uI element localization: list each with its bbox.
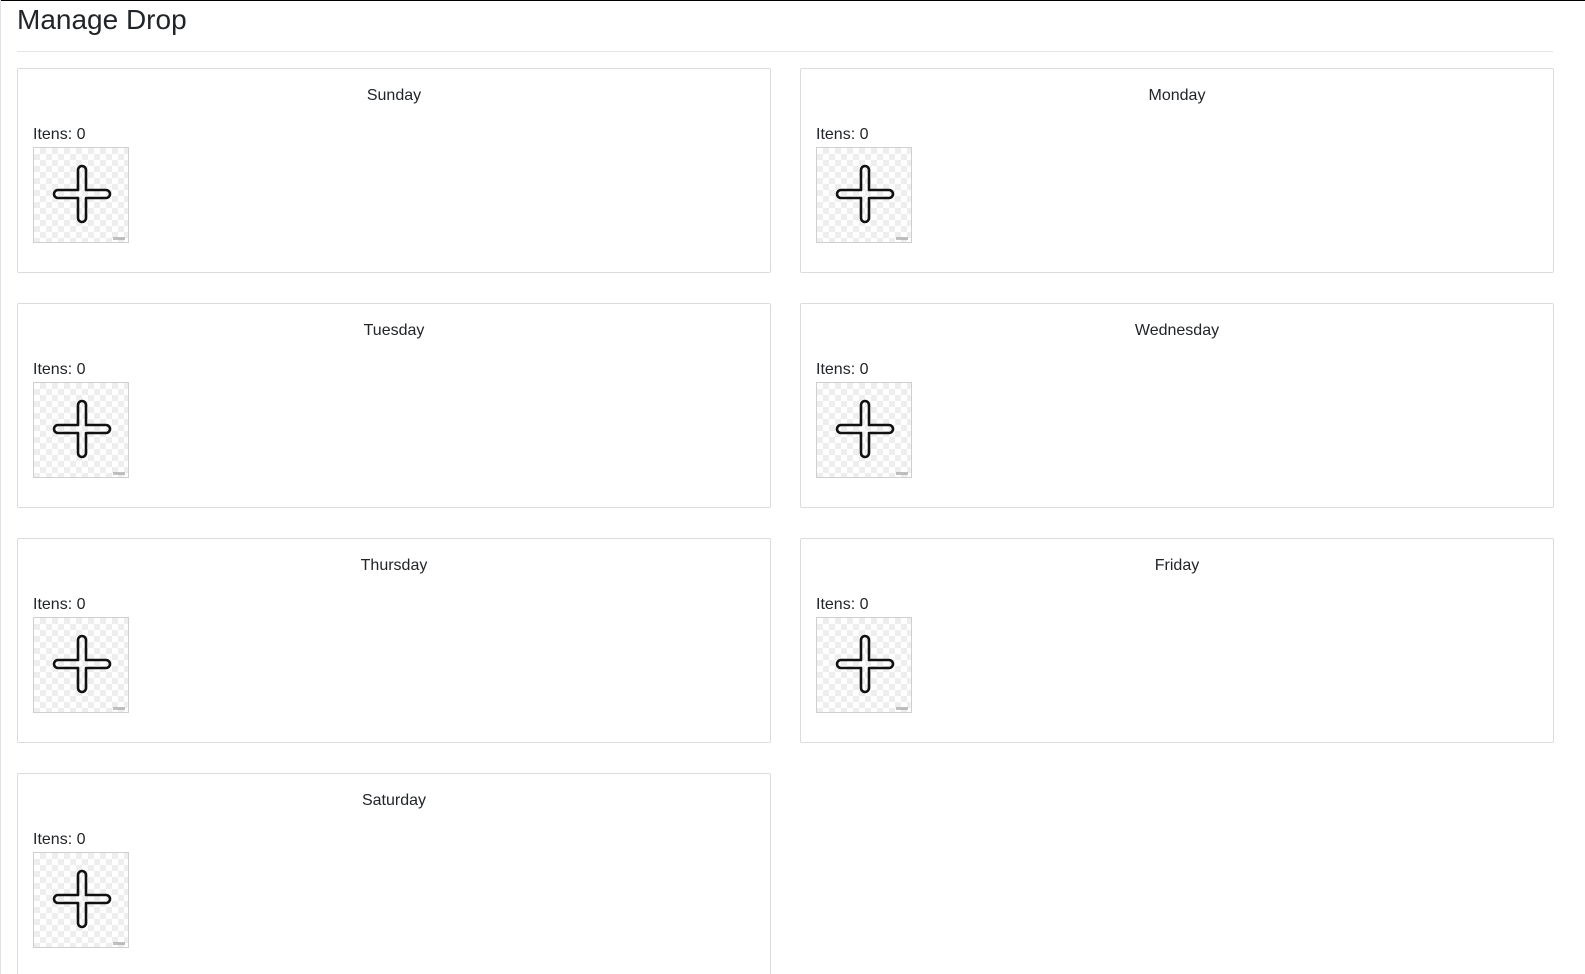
watermark-mark [896,237,908,240]
plus-icon [52,869,112,929]
day-name: Sunday [366,87,422,104]
day-name: Wednesday [1134,322,1220,339]
add-item-button[interactable] [33,382,129,478]
add-item-button[interactable] [816,147,912,243]
plus-icon [835,164,895,224]
left-border [0,0,1,974]
plus-icon [835,634,895,694]
day-card-monday: Monday Itens: 0 [800,68,1554,273]
add-item-button[interactable] [816,382,912,478]
day-card-friday: Friday Itens: 0 [800,538,1554,743]
watermark-mark [113,237,125,240]
items-count: Itens: 0 [816,126,869,143]
day-card-wednesday: Wednesday Itens: 0 [800,303,1554,508]
plus-icon [52,399,112,459]
day-name: Thursday [360,557,428,574]
title-divider [17,51,1553,52]
day-card-saturday: Saturday Itens: 0 [17,773,771,974]
add-item-button[interactable] [33,852,129,948]
watermark-mark [896,707,908,710]
day-card-thursday: Thursday Itens: 0 [17,538,771,743]
day-name: Tuesday [363,322,425,339]
plus-icon [835,399,895,459]
top-border [0,0,1585,1]
watermark-mark [896,472,908,475]
items-count: Itens: 0 [816,596,869,613]
items-count: Itens: 0 [816,361,869,378]
watermark-mark [113,472,125,475]
plus-icon [52,634,112,694]
add-item-button[interactable] [33,617,129,713]
day-card-tuesday: Tuesday Itens: 0 [17,303,771,508]
plus-icon [52,164,112,224]
day-name: Friday [1154,557,1200,574]
items-count: Itens: 0 [33,361,86,378]
day-card-sunday: Sunday Itens: 0 [17,68,771,273]
day-name: Saturday [361,792,427,809]
day-name: Monday [1148,87,1206,104]
manage-drop-page: Manage Drop Sunday Itens: 0 Monday Itens… [0,0,1585,974]
days-grid: Sunday Itens: 0 Monday Itens: 0 Tuesday … [17,68,1554,974]
items-count: Itens: 0 [33,596,86,613]
watermark-mark [113,707,125,710]
items-count: Itens: 0 [33,126,86,143]
page-title: Manage Drop [17,4,187,35]
add-item-button[interactable] [33,147,129,243]
items-count: Itens: 0 [33,831,86,848]
watermark-mark [113,942,125,945]
add-item-button[interactable] [816,617,912,713]
